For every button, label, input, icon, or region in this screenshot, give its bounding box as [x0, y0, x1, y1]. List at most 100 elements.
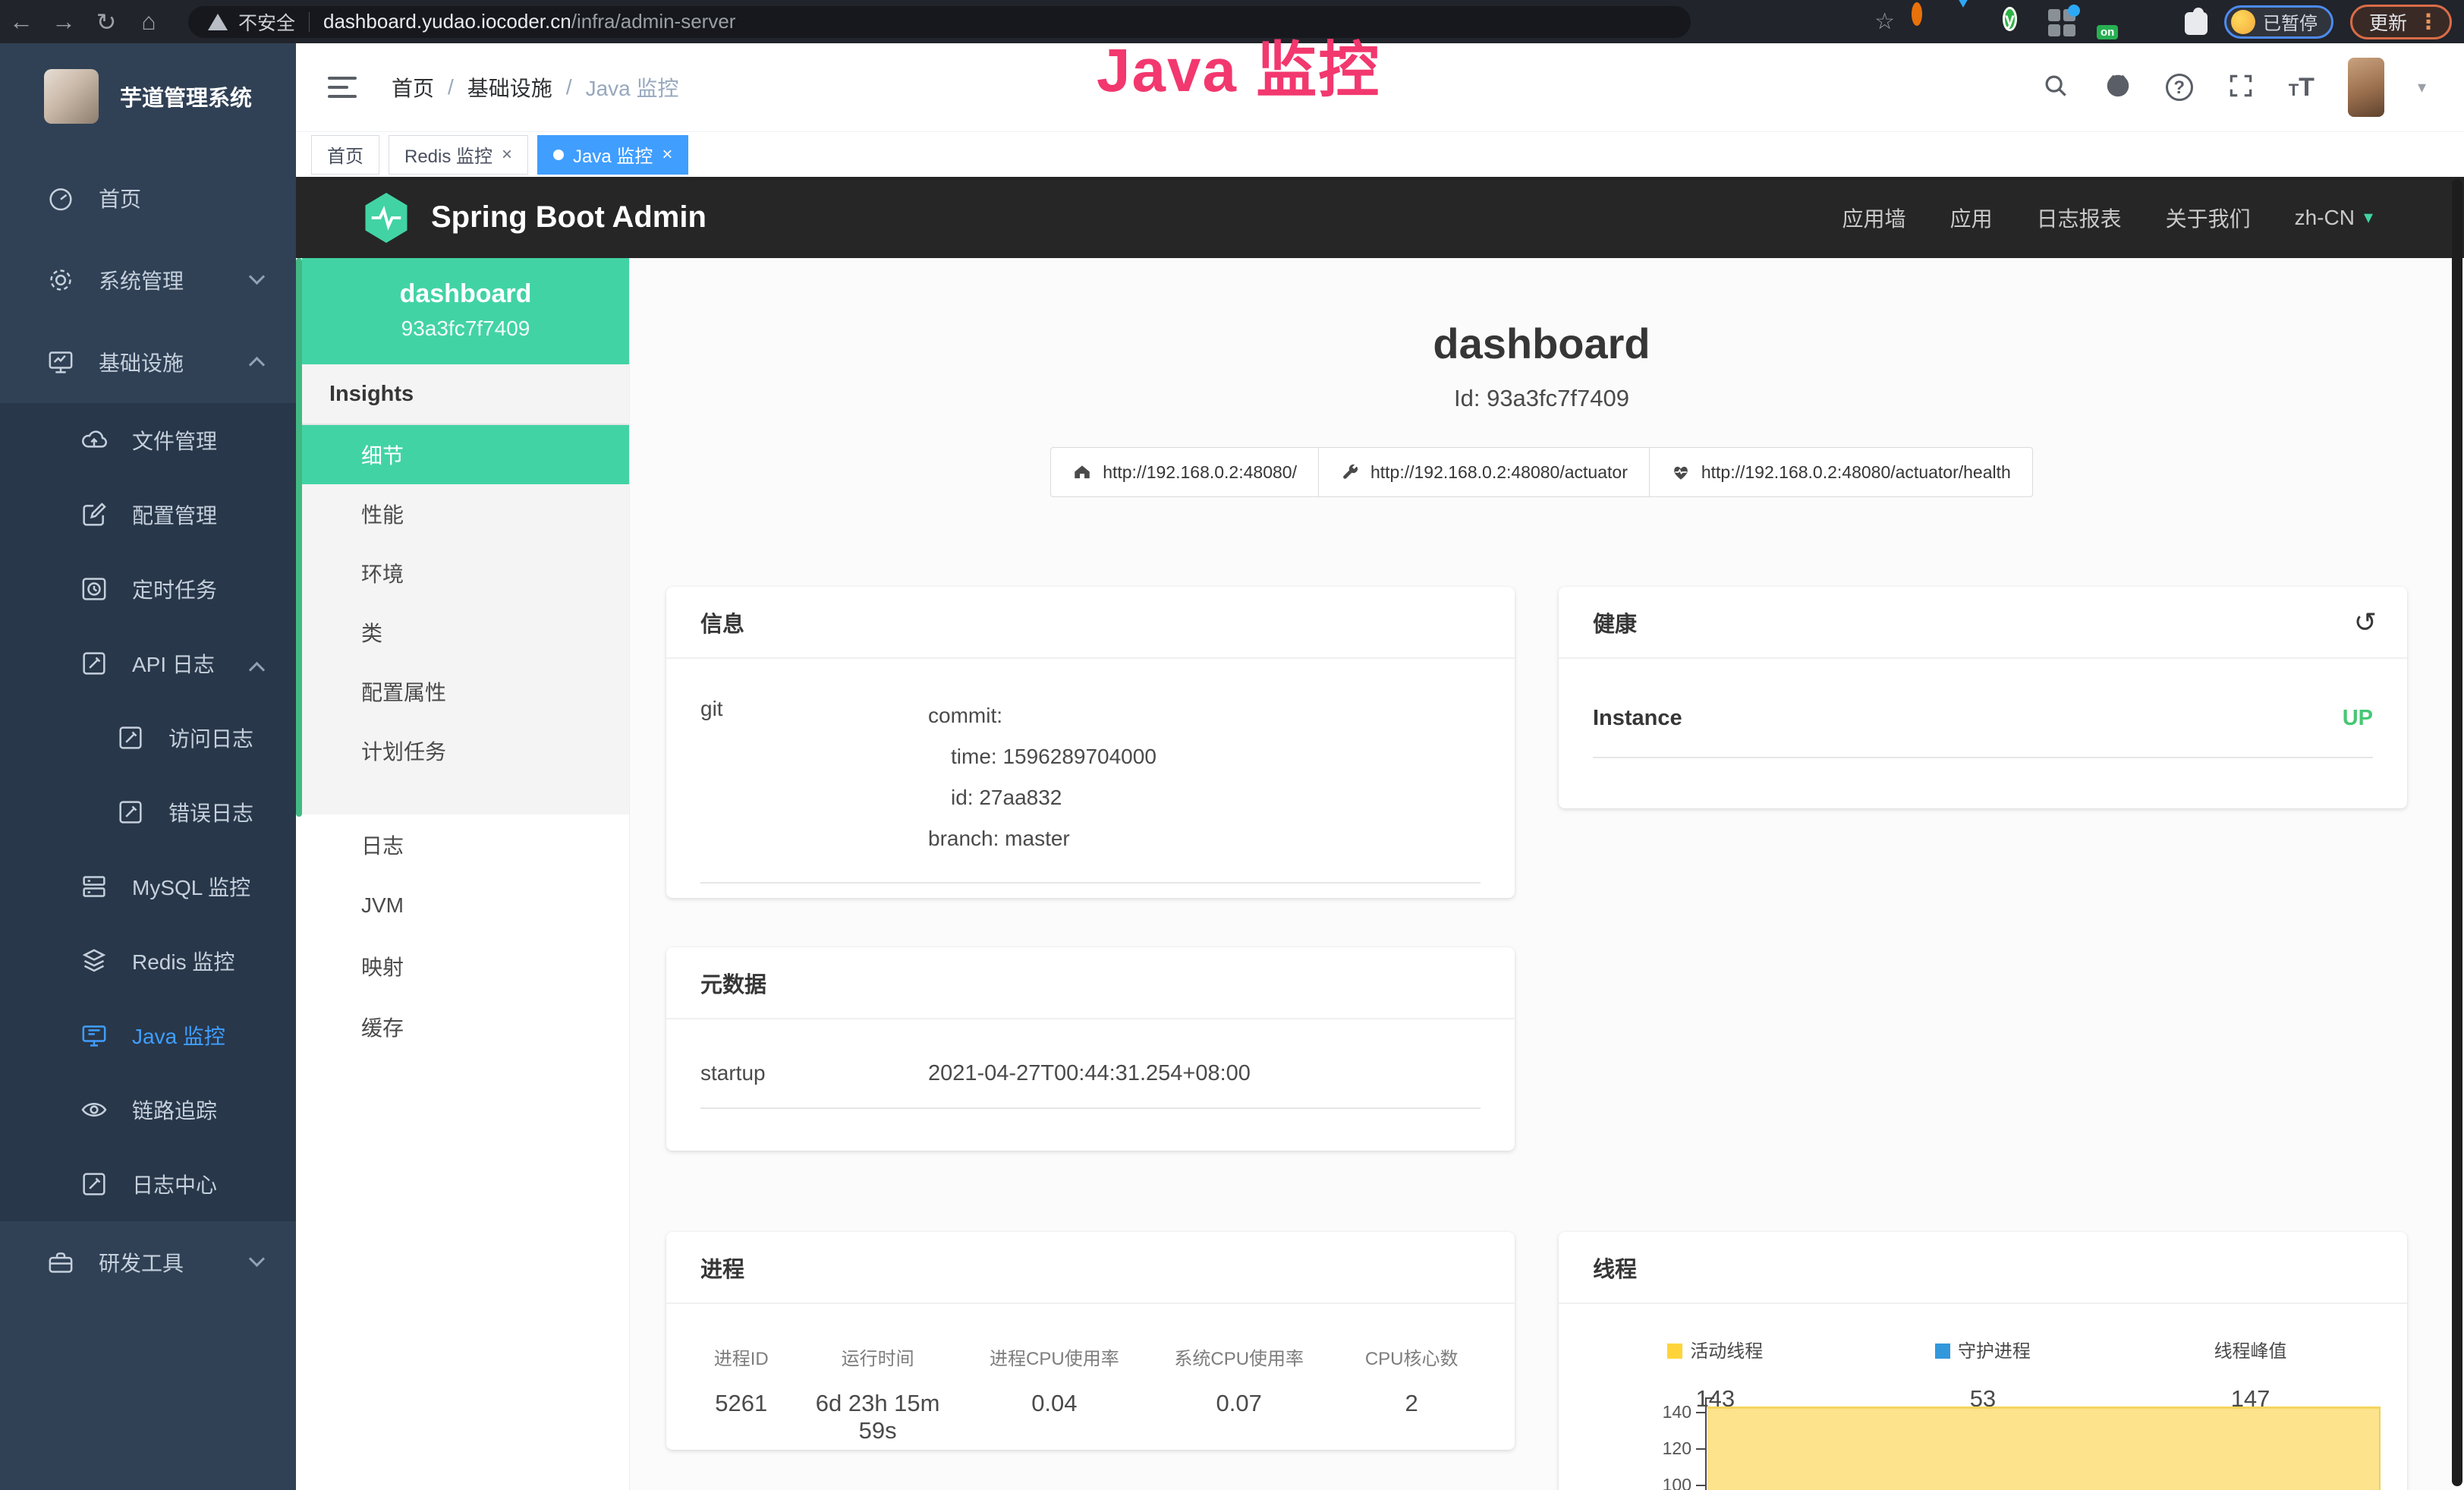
instance-id-line: Id: 93a3fc7f7409	[630, 385, 2453, 412]
sba-menu-config-props[interactable]: 配置属性	[302, 662, 629, 721]
extension-y-icon[interactable]: y	[2003, 8, 2031, 36]
help-icon[interactable]: ?	[2166, 74, 2193, 101]
cloud-upload-icon	[79, 425, 109, 455]
sba-brand[interactable]: Spring Boot Admin	[361, 189, 706, 247]
instance-url-buttons: http://192.168.0.2:48080/ http://192.168…	[630, 447, 2453, 497]
user-avatar[interactable]	[2348, 58, 2384, 117]
divider	[309, 12, 310, 32]
sba-nav-wallboard[interactable]: 应用墙	[1842, 203, 1906, 233]
forward-icon[interactable]: →	[42, 8, 85, 36]
history-icon[interactable]: ↺	[2354, 606, 2377, 638]
sba-nav-about[interactable]: 关于我们	[2166, 203, 2251, 233]
extension-leaf-icon[interactable]	[2139, 8, 2168, 36]
breadcrumb-home[interactable]: 首页	[392, 72, 434, 102]
info-row-label: git	[700, 695, 928, 859]
instance-name: dashboard	[302, 279, 629, 309]
security-label[interactable]: 不安全	[238, 8, 295, 36]
sidebar-item-log-center[interactable]: 日志中心	[0, 1147, 296, 1221]
close-icon[interactable]: ×	[502, 144, 512, 165]
extensions-puzzle-icon[interactable]	[2185, 12, 2208, 35]
home-icon[interactable]: ⌂	[127, 8, 170, 36]
y-tick-120: 120	[1616, 1438, 1691, 1459]
sba-menu-jvm[interactable]: JVM	[302, 875, 629, 936]
hamburger-icon[interactable]	[328, 77, 357, 98]
sidebar-item-home[interactable]: 首页	[0, 157, 296, 239]
close-icon[interactable]: ×	[662, 144, 672, 165]
sba-menu-logs[interactable]: 日志	[302, 814, 629, 875]
sidebar-item-config-management[interactable]: 配置管理	[0, 477, 296, 552]
val-cpu-cores: 2	[1331, 1390, 1492, 1444]
sidebar-item-scheduled-jobs[interactable]: 定时任务	[0, 552, 296, 626]
address-bar[interactable]: 不安全 dashboard.yudao.iocoder.cn /infra/ad…	[188, 6, 1691, 38]
reload-icon[interactable]: ↻	[85, 8, 127, 36]
y-tick-140: 140	[1616, 1402, 1691, 1422]
sidebar-item-dev-tools[interactable]: 研发工具	[0, 1221, 296, 1303]
text-size-icon[interactable]: TT	[2289, 73, 2315, 102]
sba-nav-links: 应用墙 应用 日志报表 关于我们 zh-CN ▾	[1842, 203, 2464, 233]
legend-live-threads: 活动线程	[1581, 1336, 1849, 1362]
bookmark-star-icon[interactable]: ☆	[1874, 8, 1895, 35]
sba-nav-applications[interactable]: 应用	[1950, 203, 1993, 233]
browser-menu-kebab-icon[interactable]: ⋮	[2418, 9, 2439, 34]
tag-redis-monitor[interactable]: Redis 监控 ×	[389, 135, 528, 175]
extension-colorzilla-icon[interactable]	[1912, 8, 1940, 36]
sidebar-item-infrastructure[interactable]: 基础设施	[0, 321, 296, 403]
eye-icon	[79, 1095, 109, 1125]
extension-switch-on-icon[interactable]: on	[2094, 8, 2123, 36]
sba-nav-journal[interactable]: 日志报表	[2037, 203, 2122, 233]
browser-toolbar-right: ☆ y on 已暂停 更新 ⋮	[1874, 5, 2464, 39]
instance-header[interactable]: dashboard 93a3fc7f7409	[302, 258, 629, 364]
process-table: 进程ID 运行时间 进程CPU使用率 系统CPU使用率 CPU核心数 5261 …	[666, 1304, 1515, 1444]
github-icon[interactable]	[2104, 71, 2132, 104]
health-url-button[interactable]: http://192.168.0.2:48080/actuator/health	[1649, 447, 2033, 497]
sba-menu-details[interactable]: 细节	[302, 425, 629, 484]
browser-update-button[interactable]: 更新 ⋮	[2350, 5, 2452, 39]
log-icon	[79, 648, 109, 679]
back-icon[interactable]: ←	[0, 8, 42, 36]
sidebar-item-java-monitor[interactable]: Java 监控	[0, 998, 296, 1073]
sidebar-item-api-logs[interactable]: API 日志	[0, 626, 296, 701]
page-scrollbar-thumb[interactable]	[2452, 179, 2462, 1486]
url-domain[interactable]: dashboard.yudao.iocoder.cn	[323, 10, 571, 33]
active-dot	[553, 150, 564, 160]
fullscreen-icon[interactable]	[2226, 71, 2255, 104]
y-axis	[1705, 1397, 1707, 1490]
sidebar-item-mysql-monitor[interactable]: MySQL 监控	[0, 849, 296, 924]
sidebar-scrollbar-thumb[interactable]	[296, 258, 302, 817]
val-system-cpu: 0.07	[1147, 1390, 1331, 1444]
status-badge: UP	[2343, 706, 2373, 731]
health-card-title: 健康	[1593, 606, 1637, 638]
dashboard-icon	[46, 183, 76, 213]
sba-menu-environment[interactable]: 环境	[302, 543, 629, 603]
metadata-card: 元数据 startup 2021-04-27T00:44:31.254+08:0…	[666, 947, 1515, 1151]
sba-menu-metrics[interactable]: 性能	[302, 484, 629, 543]
actuator-url-button[interactable]: http://192.168.0.2:48080/actuator	[1318, 447, 1650, 497]
sba-language-select[interactable]: zh-CN ▾	[2295, 206, 2373, 230]
search-icon[interactable]	[2041, 71, 2070, 104]
avatar-caret-icon[interactable]: ▾	[2418, 77, 2426, 97]
browser-profile-chip[interactable]: 已暂停	[2224, 5, 2333, 39]
sba-menu-mappings[interactable]: 映射	[302, 936, 629, 997]
sba-menu-scheduled-tasks[interactable]: 计划任务	[302, 721, 629, 780]
sba-menu-caches[interactable]: 缓存	[302, 997, 629, 1057]
tag-java-monitor[interactable]: Java 监控 ×	[537, 135, 688, 175]
sidebar-item-redis-monitor[interactable]: Redis 监控	[0, 924, 296, 998]
sidebar-item-access-logs[interactable]: 访问日志	[0, 701, 296, 775]
tag-home[interactable]: 首页	[311, 135, 379, 175]
sidebar-item-error-logs[interactable]: 错误日志	[0, 775, 296, 849]
sba-menu-classes[interactable]: 类	[302, 603, 629, 662]
breadcrumb-infrastructure[interactable]: 基础设施	[467, 72, 552, 102]
extension-pin-icon[interactable]	[1957, 8, 1986, 36]
log-icon	[115, 797, 146, 827]
sba-instance-sidebar: dashboard 93a3fc7f7409 Insights 细节 性能 环境…	[302, 258, 630, 1490]
sidebar-item-system[interactable]: 系统管理	[0, 239, 296, 321]
col-process-cpu: 进程CPU使用率	[962, 1344, 1147, 1370]
sidebar-item-tracing[interactable]: 链路追踪	[0, 1073, 296, 1147]
url-path[interactable]: /infra/admin-server	[571, 10, 736, 33]
sidebar-item-file-management[interactable]: 文件管理	[0, 403, 296, 477]
service-url-button[interactable]: http://192.168.0.2:48080/	[1050, 447, 1319, 497]
breadcrumb: 首页 / 基础设施 / Java 监控	[392, 72, 679, 102]
layers-icon	[79, 946, 109, 976]
metadata-card-title: 元数据	[666, 947, 1515, 1019]
extension-grid-icon[interactable]	[2048, 8, 2077, 36]
